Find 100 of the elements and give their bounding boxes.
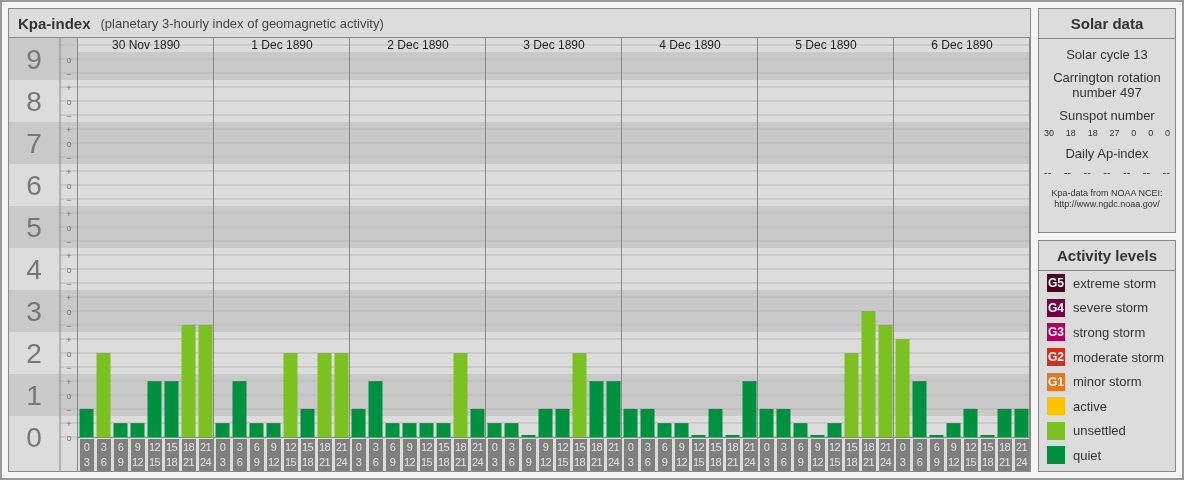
kp-bar [946,423,961,437]
ap-index-value: -- [1123,166,1131,178]
kp-bar [555,408,570,437]
kp-bar [606,381,621,437]
panel-subtitle: (planetary 3-hourly index of geomagnetic activity) [100,15,384,31]
kp-bar [147,381,162,437]
kp-level-label: 4 [26,254,42,285]
kp-bar [215,423,230,437]
kp-subtick-label: − [66,321,72,331]
kp-bar [997,408,1012,437]
kp-subtick-label: + [66,209,72,219]
kp-subtick-label: − [66,111,72,121]
level-label: active [1073,398,1107,414]
kp-bar [487,423,502,437]
kp-subtick-label: + [66,167,72,177]
solar-cycle-text: Solar cycle 13 [1066,47,1148,62]
kp-subtick-label: + [66,335,72,345]
kp-bar [385,423,400,437]
sunspot-value: 0 [1148,128,1154,138]
kp-subtick-label: + [66,377,72,387]
kp-subtick-label: − [66,153,72,163]
level-label: minor storm [1073,374,1142,390]
level-label: unsettled [1073,423,1126,439]
kp-bar [793,423,808,437]
level-label: strong storm [1073,325,1146,340]
date-label: 6 Dec 1890 [931,38,993,52]
kp-bar [300,408,315,437]
date-label: 1 Dec 1890 [251,38,313,52]
carrington-rotation-text: Carrington rotation number 497 [1052,70,1162,100]
level-swatch: G4 [1047,298,1065,317]
kp-subtick-label: o [66,223,72,233]
source-text: Kpa-data from NOAA NCEI: [1051,188,1163,199]
kp-subtick-label: + [66,125,72,135]
date-label: 4 Dec 1890 [659,38,721,52]
kp-subtick-label: o [66,391,72,401]
kp-bar [79,408,94,437]
kp-bar [776,408,791,437]
kp-bar [640,408,655,437]
kp-bar [470,408,485,437]
ap-index-value: -- [1063,166,1072,178]
kp-bar [164,381,179,437]
kp-level-label: 8 [26,86,42,117]
kp-subtick-label: − [66,69,72,79]
panel-title: Activity levels [1039,241,1175,271]
kp-bar [742,381,757,437]
level-swatch: G2 [1047,348,1065,367]
date-label: 30 Nov 1890 [111,38,181,52]
kp-bar [589,381,604,437]
kp-bar [963,408,978,437]
kp-subtick-label: − [66,279,72,289]
kp-subtick-label: o [66,265,72,275]
panel-title: Solar data [1039,9,1175,39]
date-label: 3 Dec 1890 [523,38,585,52]
source-text: http://www.ngdc.noaa.gov/ [1053,199,1161,210]
kp-subtick-label: o [66,433,72,443]
ap-index-value: -- [1083,166,1091,178]
sunspot-label: Sunspot number [1059,108,1155,123]
level-swatch: G1 [1047,372,1065,391]
kp-bar [232,381,247,437]
kp-level-label: 2 [26,338,42,369]
kp-bar [436,423,451,437]
kp-bar [538,408,553,437]
ap-index-value: -- [1162,166,1170,178]
kp-bar [402,423,417,437]
kp-bar [504,423,519,437]
date-label: 2 Dec 1890 [387,38,449,52]
kp-subtick-label: o [66,307,72,317]
kp-bar [249,423,264,437]
ap-index-value: -- [1103,166,1111,178]
panel-title: Kpa-index [18,14,91,32]
kp-bar [674,423,689,437]
kp-bar [1014,408,1029,437]
kp-subtick-label: o [66,97,72,107]
kp-bar [419,423,434,437]
kp-subtick-label: + [66,293,72,303]
kp-subtick-label: − [66,195,72,205]
level-swatch: G3 [1047,323,1065,342]
kp-bar [130,423,145,437]
kp-bar [351,408,366,437]
ap-index-value: -- [1142,166,1151,178]
kp-bar [266,423,281,437]
kp-level-label: 3 [26,296,42,327]
kp-level-label: 7 [26,128,42,159]
kp-level-label: 6 [26,170,42,201]
kp-bar [113,423,128,437]
sunspot-value: 0 [1131,128,1137,138]
sunspot-value: 18 [1065,128,1076,138]
kp-level-label: 5 [26,212,42,243]
kp-bar [827,423,842,437]
level-label: quiet [1073,447,1102,463]
ap-index-value: -- [1044,166,1052,178]
kp-subtick-label: o [66,139,72,149]
sunspot-value: 27 [1109,128,1120,138]
kp-bar [657,423,672,437]
kp-subtick-label: − [66,405,72,415]
kp-subtick-label: + [66,251,72,261]
kp-bar [759,408,774,437]
kp-subtick-label: − [66,363,72,373]
kp-subtick-label: o [66,349,72,359]
kp-level-label: 9 [26,44,42,75]
